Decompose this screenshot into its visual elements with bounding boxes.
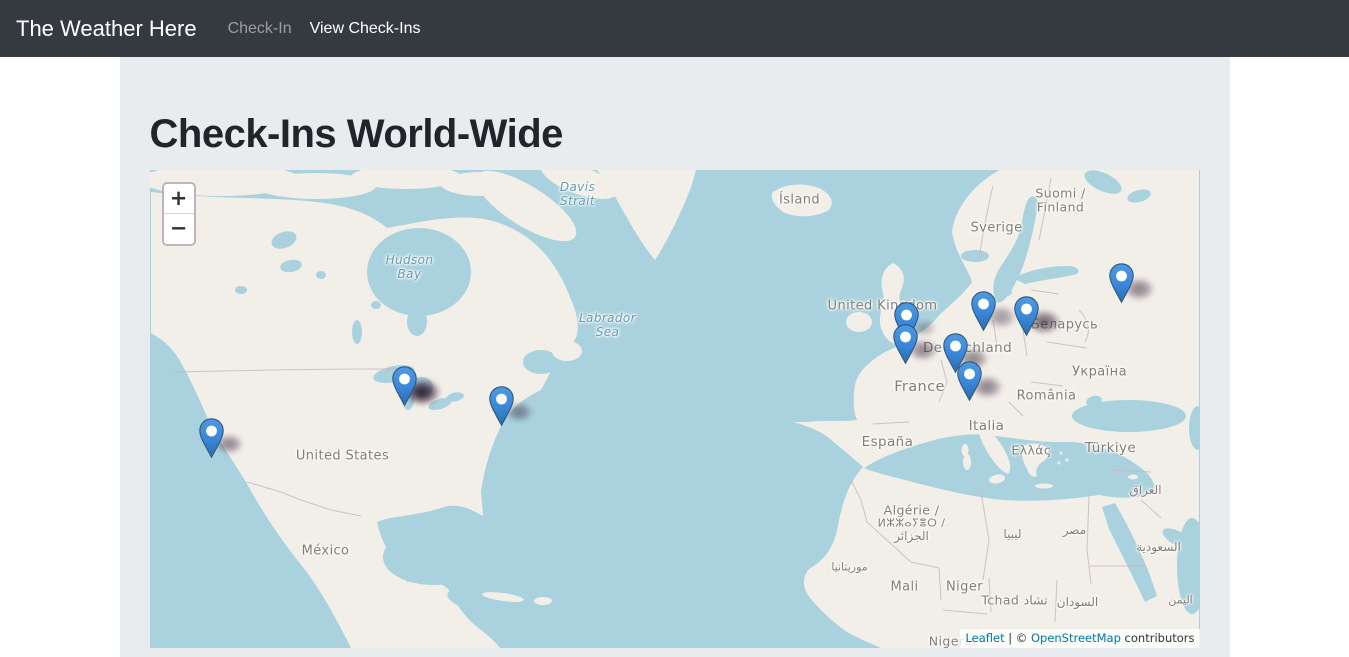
zoom-in-button[interactable]: + — [164, 184, 194, 214]
map-label: Mali — [890, 580, 918, 595]
map-label: العراق — [1129, 483, 1161, 497]
map-marker[interactable] — [893, 324, 918, 365]
map-label: Sea — [596, 325, 620, 339]
map-label: România — [1017, 389, 1077, 404]
map-label: México — [302, 544, 350, 559]
map-label: Ísland — [779, 193, 820, 208]
map-attribution: Leaflet | © OpenStreetMap contributors — [960, 629, 1199, 648]
map-label: Ελλάς — [1011, 443, 1051, 458]
map-label: Україна — [1072, 365, 1127, 380]
attribution-suffix: contributors — [1121, 631, 1195, 645]
map-label: Türkiye — [1085, 440, 1136, 456]
map-label: Labrador — [579, 311, 636, 325]
map-label: United Kingdom — [828, 299, 938, 314]
map-marker[interactable] — [199, 418, 224, 459]
map-marker[interactable] — [971, 291, 996, 332]
navbar-brand[interactable]: The Weather Here — [16, 16, 197, 42]
zoom-control: + − — [162, 182, 196, 246]
map-marker[interactable] — [489, 386, 514, 427]
map-label: France — [894, 379, 945, 395]
attribution-divider: | © — [1005, 631, 1031, 645]
map-label: Hudson — [386, 253, 434, 267]
map-label: السودان — [1057, 595, 1098, 609]
map-label: Bay — [398, 267, 422, 281]
nav-link-view-check-ins[interactable]: View Check-Ins — [301, 12, 430, 46]
map-label: Suomi / — [1035, 186, 1085, 201]
openstreetmap-link[interactable]: OpenStreetMap — [1031, 631, 1121, 645]
navbar-nav: Check-In View Check-Ins — [219, 12, 430, 46]
map-label: United States — [296, 449, 389, 464]
map-label: Finland — [1037, 200, 1084, 215]
map-marker[interactable] — [1109, 263, 1134, 304]
map-label: اليمن — [1168, 594, 1192, 607]
map-land-art — [150, 170, 1200, 648]
map-label: مصر — [1063, 523, 1086, 537]
map-marker[interactable] — [392, 366, 417, 407]
map-marker[interactable] — [957, 361, 982, 402]
zoom-out-button[interactable]: − — [164, 214, 194, 244]
map-label: Algérie / — [884, 503, 940, 518]
map-label: السعودية — [1136, 540, 1181, 554]
map-label: Davis — [560, 180, 595, 194]
navbar: The Weather Here Check-In View Check-Ins — [0, 0, 1349, 57]
page-container: Check-Ins World-Wide — [120, 57, 1230, 657]
leaflet-link[interactable]: Leaflet — [965, 631, 1004, 645]
map-label: Niger — [946, 580, 983, 595]
nav-link-check-in[interactable]: Check-In — [219, 12, 301, 46]
map-label: Sverige — [971, 221, 1023, 236]
map-label: Italia — [969, 418, 1005, 434]
map-label: Strait — [560, 194, 595, 208]
page-title: Check-Ins World-Wide — [150, 57, 1200, 157]
map-label: España — [862, 434, 914, 450]
map-label: موريتانيا — [831, 561, 867, 574]
map-label: Tchad تشاد — [981, 593, 1047, 608]
map-label: ⵍⵣⵣⴰⵢⴻⵔ / — [878, 517, 946, 530]
world-map[interactable]: DavisStrait HudsonBay LabradorSea Ísland Suo… — [150, 170, 1200, 648]
map-label: ليبيا — [1003, 527, 1021, 541]
map-marker[interactable] — [1014, 296, 1039, 337]
map-label: الجزائر — [894, 529, 929, 543]
